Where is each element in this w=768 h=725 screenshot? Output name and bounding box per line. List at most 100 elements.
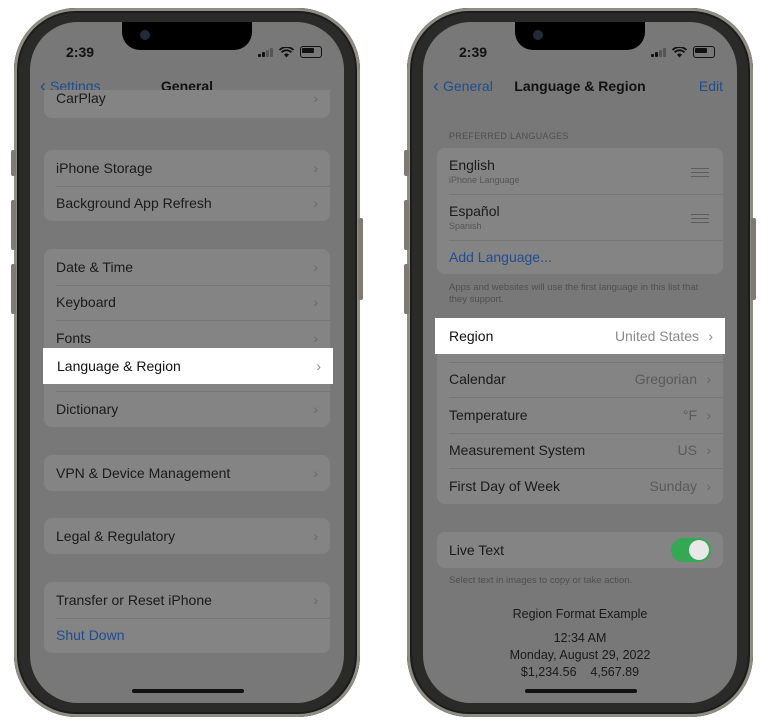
setting-value: US bbox=[677, 442, 697, 459]
chevron-right-icon: › bbox=[313, 258, 318, 275]
languages-group: English iPhone Language Español Spanish … bbox=[437, 148, 723, 274]
chevron-right-icon: › bbox=[313, 90, 318, 106]
volume-down-button bbox=[404, 264, 409, 314]
chevron-right-icon: › bbox=[708, 328, 713, 344]
setting-first-day-of-week[interactable]: First Day of Week Sunday › bbox=[437, 468, 723, 504]
chevron-right-icon: › bbox=[706, 406, 711, 423]
chevron-right-icon: › bbox=[313, 464, 318, 481]
camera-icon bbox=[140, 30, 150, 40]
storage-group: iPhone Storage › Background App Refresh › bbox=[44, 150, 330, 221]
setting-value: °F bbox=[682, 406, 697, 423]
list-item-background-app-refresh[interactable]: Background App Refresh › bbox=[44, 185, 330, 222]
live-text-toggle[interactable] bbox=[671, 538, 711, 562]
list-item-label: Language & Region bbox=[57, 358, 181, 374]
reorder-handle-icon[interactable] bbox=[691, 214, 709, 226]
list-item-label: iPhone Storage bbox=[56, 159, 153, 176]
side-button bbox=[358, 218, 363, 300]
list-item-label: Background App Refresh bbox=[56, 195, 212, 212]
list-item-language-region[interactable]: Language & Region › bbox=[43, 348, 333, 384]
setting-value: United States bbox=[614, 328, 699, 344]
list-item-label: Keyboard bbox=[56, 294, 116, 311]
screen: 2:39 ‹ General Language & Region Edit PRE… bbox=[423, 22, 737, 703]
carplay-group: CarPlay › bbox=[44, 90, 330, 118]
shut-down-label: Shut Down bbox=[56, 627, 125, 644]
input-group: Date & Time › Keyboard › Fonts › Dictionary… bbox=[44, 249, 330, 427]
cellular-signal-icon bbox=[258, 47, 273, 57]
setting-calendar[interactable]: Calendar Gregorian › bbox=[437, 361, 723, 398]
add-language-label: Add Language... bbox=[449, 249, 552, 265]
home-indicator bbox=[132, 689, 244, 693]
status-icons bbox=[258, 46, 322, 58]
setting-live-text: Live Text bbox=[437, 532, 723, 568]
battery-icon bbox=[300, 46, 322, 58]
add-language-button[interactable]: Add Language... bbox=[437, 240, 723, 274]
wifi-icon bbox=[672, 46, 687, 57]
list-item-iphone-storage[interactable]: iPhone Storage › bbox=[44, 150, 330, 186]
setting-value: Sunday bbox=[649, 477, 697, 494]
setting-temperature[interactable]: Temperature °F › bbox=[437, 397, 723, 433]
volume-down-button bbox=[11, 264, 16, 314]
cellular-signal-icon bbox=[651, 47, 666, 57]
language-subtitle: Spanish bbox=[449, 221, 482, 231]
vpn-group: VPN & Device Management › bbox=[44, 455, 330, 491]
list-item-label: Transfer or Reset iPhone bbox=[56, 591, 212, 608]
list-item-transfer-reset[interactable]: Transfer or Reset iPhone › bbox=[44, 582, 330, 618]
wifi-icon bbox=[279, 46, 294, 57]
home-indicator bbox=[525, 689, 637, 693]
chevron-right-icon: › bbox=[313, 329, 318, 346]
list-item-label: Dictionary bbox=[56, 400, 119, 417]
volume-up-button bbox=[404, 200, 409, 250]
notch bbox=[122, 22, 252, 50]
list-item-vpn-device-management[interactable]: VPN & Device Management › bbox=[44, 455, 330, 491]
notch bbox=[515, 22, 645, 50]
live-text-caption: Select text in images to copy or take ac… bbox=[449, 575, 633, 586]
side-button bbox=[751, 218, 756, 300]
list-item-label: CarPlay bbox=[56, 90, 106, 106]
format-example-title: Region Format Example bbox=[512, 607, 648, 621]
setting-label: Measurement System bbox=[449, 442, 586, 459]
language-item-english[interactable]: English iPhone Language bbox=[437, 148, 723, 194]
list-item-label: Date & Time bbox=[56, 258, 134, 275]
mute-switch bbox=[11, 150, 16, 176]
format-example-numbers: $1,234.56 4,567.89 bbox=[520, 665, 640, 679]
chevron-right-icon: › bbox=[313, 400, 318, 417]
setting-region[interactable]: Region United States › bbox=[435, 318, 725, 354]
list-item-legal-regulatory[interactable]: Legal & Regulatory › bbox=[44, 518, 330, 554]
setting-label: Temperature bbox=[449, 406, 528, 423]
setting-measurement-system[interactable]: Measurement System US › bbox=[437, 432, 723, 469]
status-time: 2:39 bbox=[66, 44, 95, 60]
nav-bar: ‹ General Language & Region Edit bbox=[423, 76, 737, 100]
phone-language-region: 2:39 ‹ General Language & Region Edit PRE… bbox=[404, 8, 756, 717]
list-item-label: VPN & Device Management bbox=[56, 464, 231, 481]
chevron-right-icon: › bbox=[313, 294, 318, 311]
chevron-right-icon: › bbox=[313, 159, 318, 176]
reset-group: Transfer or Reset iPhone › Shut Down bbox=[44, 582, 330, 653]
volume-up-button bbox=[11, 200, 16, 250]
page-title: Language & Region bbox=[514, 78, 646, 94]
language-item-spanish[interactable]: Español Spanish bbox=[437, 194, 723, 240]
setting-label: Region bbox=[449, 328, 494, 344]
battery-icon bbox=[693, 46, 715, 58]
languages-caption: Apps and websites will use the first lan… bbox=[449, 282, 699, 305]
list-item-carplay[interactable]: CarPlay › bbox=[44, 90, 330, 118]
reorder-handle-icon[interactable] bbox=[691, 168, 709, 180]
legal-group: Legal & Regulatory › bbox=[44, 518, 330, 554]
shut-down-button[interactable]: Shut Down bbox=[44, 617, 330, 654]
list-item-keyboard[interactable]: Keyboard › bbox=[44, 284, 330, 321]
format-example-time: 12:34 AM bbox=[553, 631, 607, 645]
chevron-right-icon: › bbox=[706, 371, 711, 388]
list-item-label: Legal & Regulatory bbox=[56, 527, 176, 544]
camera-icon bbox=[533, 30, 543, 40]
edit-button[interactable]: Edit bbox=[699, 78, 723, 94]
list-item-dictionary[interactable]: Dictionary › bbox=[44, 391, 330, 427]
setting-label: Live Text bbox=[449, 541, 504, 558]
phone-general: 2:39 ‹ Settings General CarPlay › iPhone … bbox=[11, 8, 363, 717]
list-item-date-time[interactable]: Date & Time › bbox=[44, 249, 330, 285]
chevron-right-icon: › bbox=[706, 477, 711, 494]
section-header: PREFERRED LANGUAGES bbox=[449, 131, 569, 141]
live-text-group: Live Text bbox=[437, 532, 723, 568]
status-time: 2:39 bbox=[459, 44, 488, 60]
language-subtitle: iPhone Language bbox=[449, 175, 520, 185]
chevron-right-icon: › bbox=[313, 527, 318, 544]
chevron-right-icon: › bbox=[706, 442, 711, 459]
